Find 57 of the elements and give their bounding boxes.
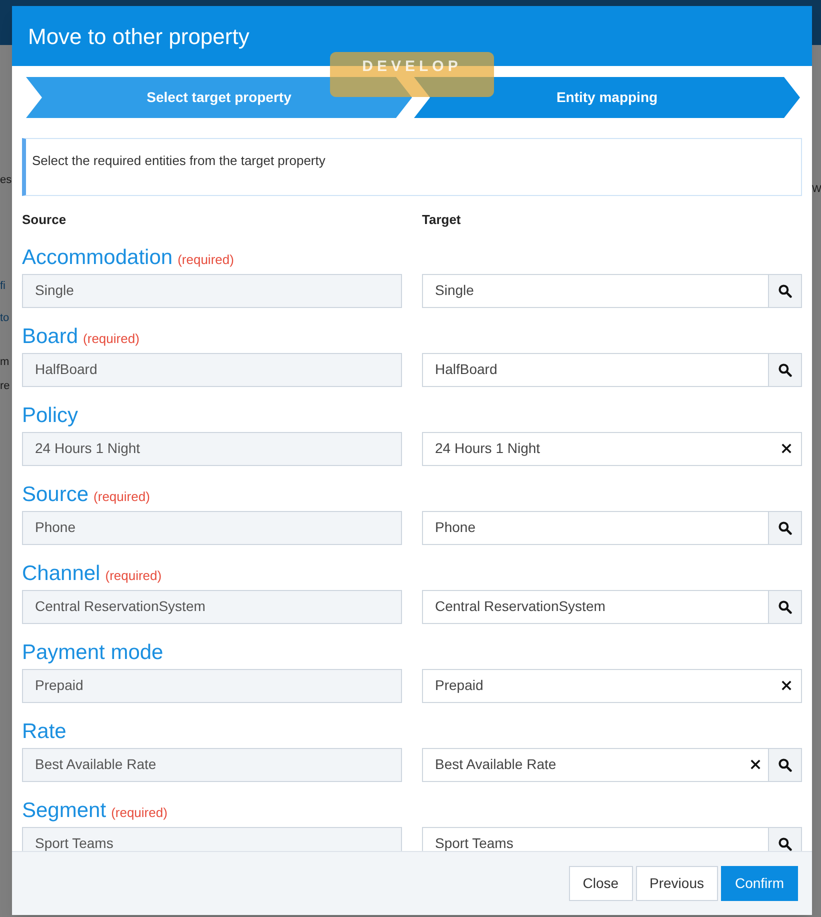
source-field: Central ReservationSystem <box>22 590 402 624</box>
close-icon <box>750 759 760 770</box>
source-field: Phone <box>22 510 402 544</box>
field-label: Accommodation <box>22 244 173 270</box>
step-tab[interactable]: Entity mapping <box>414 77 800 118</box>
required-note: (required) <box>178 250 234 269</box>
field-label: Board <box>22 324 78 350</box>
background-text: es <box>0 173 12 187</box>
search-button[interactable] <box>768 274 801 306</box>
target-field[interactable]: Best Available Rate <box>422 748 802 782</box>
info-message: Select the required entities from the target property <box>32 153 326 168</box>
required-note: (required) <box>111 804 168 822</box>
footer-button[interactable]: Previous <box>636 866 718 901</box>
target-field[interactable]: HalfBoard <box>422 352 802 386</box>
target-field[interactable]: Phone <box>422 510 802 544</box>
background-text: m <box>0 355 10 369</box>
background-text: fi <box>0 279 6 293</box>
dialog-title: Move to other property <box>28 22 250 51</box>
target-field[interactable]: Sport Teams <box>422 826 802 851</box>
column-header: Source <box>22 211 68 229</box>
field-label: Policy <box>22 402 78 428</box>
close-icon <box>780 443 792 454</box>
search-icon <box>778 758 792 772</box>
field-label: Source <box>22 482 89 508</box>
search-icon <box>778 520 792 534</box>
required-note: (required) <box>83 330 140 348</box>
required-note: (required) <box>105 566 162 585</box>
target-field[interactable]: Single <box>422 274 802 308</box>
field-label: Segment <box>22 798 106 824</box>
search-button[interactable] <box>768 354 801 386</box>
search-button[interactable] <box>768 590 801 622</box>
search-button[interactable] <box>768 828 801 851</box>
source-field: HalfBoard <box>22 352 402 386</box>
footer-button[interactable]: Confirm <box>720 866 798 901</box>
search-button[interactable] <box>768 748 801 780</box>
search-button[interactable] <box>768 512 801 544</box>
target-field[interactable]: 24 Hours 1 Night <box>422 432 802 466</box>
close-icon <box>780 680 792 691</box>
source-field: Best Available Rate <box>22 748 402 782</box>
field-label: Channel <box>22 560 100 586</box>
field-label: Payment mode <box>22 640 164 666</box>
background-text: to <box>0 311 10 325</box>
source-field: Sport Teams <box>22 826 402 851</box>
search-icon <box>778 362 792 376</box>
background-text: re <box>0 379 10 393</box>
source-field: Prepaid <box>22 668 402 702</box>
search-icon <box>778 836 792 850</box>
source-field: 24 Hours 1 Night <box>22 432 402 466</box>
target-field[interactable]: Prepaid <box>422 668 802 702</box>
search-icon <box>778 600 792 614</box>
target-field[interactable]: Central ReservationSystem <box>422 590 802 624</box>
field-label: Rate <box>22 718 66 744</box>
source-field: Single <box>22 274 402 308</box>
required-note: (required) <box>94 488 150 506</box>
search-icon <box>778 284 792 298</box>
footer-button[interactable]: Close <box>568 866 633 901</box>
column-header: Target <box>422 211 462 229</box>
